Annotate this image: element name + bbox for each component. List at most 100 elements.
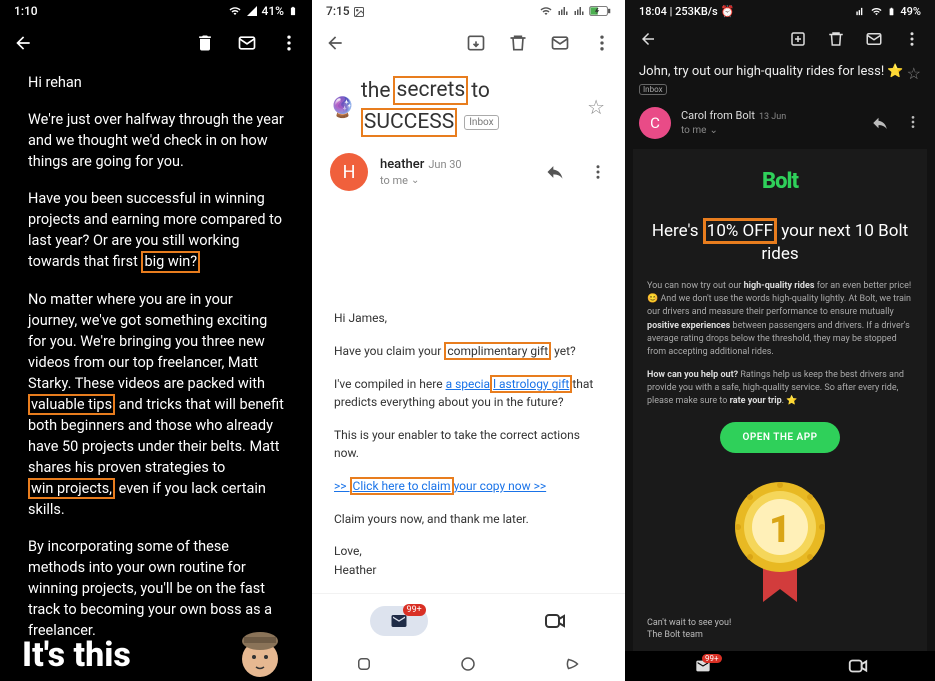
status-bar: 18:04 | 253KB/s ⏰ 49%: [625, 0, 935, 22]
reply-icon[interactable]: [871, 114, 889, 132]
greeting: Hi rehan: [28, 72, 284, 93]
highlight-big-win: big win?: [141, 251, 200, 272]
signal-icon: [246, 5, 258, 17]
back-icon[interactable]: [637, 28, 659, 50]
mail-icon[interactable]: [236, 32, 258, 54]
unread-badge: 99+: [403, 604, 426, 616]
battery-text: 41%: [262, 4, 284, 18]
delete-icon[interactable]: [194, 32, 216, 54]
archive-icon[interactable]: [787, 28, 809, 50]
nav-video-button[interactable]: [543, 609, 567, 633]
highlight-valuable-tips: valuable tips: [28, 394, 115, 415]
unread-badge: 99+: [702, 654, 722, 663]
inbox-tag: Inbox: [639, 84, 667, 95]
star-icon[interactable]: ☆: [587, 95, 605, 119]
person-illustration: [230, 621, 290, 681]
highlight-astrology-gift[interactable]: l astrology gift: [490, 375, 572, 393]
status-icons: [539, 5, 611, 17]
status-bar: 1:10 41%: [0, 0, 312, 22]
toolbar: [0, 22, 312, 64]
status-left: 7:15: [326, 4, 365, 18]
subject: the secrets to SUCCESS Inbox: [361, 76, 581, 137]
chevron-down-icon[interactable]: ⌄: [709, 124, 717, 137]
signal-icon: [855, 6, 866, 17]
globe-emoji: 🔮: [330, 95, 355, 119]
wifi-icon: [228, 5, 242, 17]
open-app-button[interactable]: OPEN THE APP: [720, 422, 839, 453]
more-icon[interactable]: [591, 32, 613, 54]
greeting: Hi James,: [334, 309, 603, 328]
more-icon[interactable]: [278, 32, 300, 54]
link-special[interactable]: a specia: [446, 377, 491, 391]
wifi-icon: [539, 5, 553, 17]
screen-2-light-email: 7:15 🔮 the secrets to SUCCESS Inbox ☆ H …: [312, 0, 625, 681]
recent-apps-icon[interactable]: [355, 655, 373, 673]
more-icon[interactable]: [589, 163, 607, 181]
battery-icon: [288, 4, 298, 18]
fineprint-2: How can you help out? Ratings help us ke…: [647, 369, 913, 408]
reply-icon[interactable]: [545, 162, 565, 182]
email-body: Hi James, Have you claim your compliment…: [312, 199, 625, 607]
signal-icon-2: [573, 5, 585, 17]
battery-icon: [887, 5, 896, 18]
avatar[interactable]: H: [330, 153, 368, 191]
highlight-win-projects: win projects,: [28, 478, 115, 499]
paragraph-3: No matter where you are in your journey,…: [28, 289, 284, 521]
highlight-10-off: 10% OFF: [703, 218, 777, 244]
back-nav-icon[interactable]: [564, 655, 582, 673]
recipient: to me⌄: [681, 124, 861, 137]
subject-row: John, try out our high-quality rides for…: [625, 56, 935, 103]
subject-row: 🔮 the secrets to SUCCESS Inbox ☆: [312, 64, 625, 145]
mail-icon[interactable]: [863, 28, 885, 50]
svg-text:1: 1: [769, 508, 791, 552]
status-left: 18:04 | 253KB/s ⏰: [639, 5, 734, 18]
email-card: Bolt Here's 10% OFF your next 10 Bolt ri…: [633, 149, 927, 652]
delete-icon[interactable]: [507, 32, 529, 54]
sender-date: Jun 30: [428, 158, 461, 171]
footer-text: It's this: [22, 635, 131, 681]
video-icon: [543, 609, 567, 633]
highlight-success: SUCCESS: [361, 108, 457, 137]
status-time: 1:10: [14, 4, 38, 18]
medal-illustration: 1: [647, 467, 913, 607]
battery-text: 49%: [900, 5, 921, 18]
sender-row: H heather Jun 30 to me⌄: [312, 145, 625, 199]
highlight-click-here[interactable]: Click here to claim: [350, 477, 454, 495]
line-2: I've compiled in here a special astrolog…: [334, 375, 603, 412]
toolbar: [625, 22, 935, 56]
back-icon[interactable]: [12, 32, 34, 54]
line-3: This is your enabler to take the correct…: [334, 426, 603, 463]
status-icons: 41%: [228, 4, 298, 18]
sender-name: heather: [380, 157, 424, 172]
mail-icon[interactable]: [549, 32, 571, 54]
star-icon[interactable]: ☆: [907, 64, 921, 83]
sender-row: C Carol from Bolt13 Jun to me⌄: [625, 103, 935, 149]
sender-info[interactable]: Carol from Bolt13 Jun to me⌄: [681, 109, 861, 137]
system-nav: [312, 647, 625, 681]
nav-video-button[interactable]: [847, 655, 869, 677]
delete-icon[interactable]: [825, 28, 847, 50]
more-icon[interactable]: [905, 114, 921, 132]
recipient: to me⌄: [380, 174, 533, 188]
brand-logo: Bolt: [647, 169, 913, 194]
sender-info[interactable]: heather Jun 30 to me⌄: [380, 157, 533, 188]
image-icon: [353, 6, 365, 18]
avatar[interactable]: C: [639, 107, 671, 139]
nav-mail-button[interactable]: 99+: [692, 658, 714, 674]
system-nav: 99+: [625, 651, 935, 681]
back-icon[interactable]: [324, 32, 346, 54]
nav-mail-button[interactable]: 99+: [370, 606, 428, 636]
more-icon[interactable]: [901, 28, 923, 50]
sender-name: Carol from Bolt: [681, 109, 755, 122]
status-bar: 7:15: [312, 0, 625, 22]
video-icon: [847, 655, 869, 677]
archive-icon[interactable]: [465, 32, 487, 54]
paragraph-1: We're just over halfway through the year…: [28, 109, 284, 172]
screen-1-dark-email: 1:10 41% Hi rehan We're just over halfwa…: [0, 0, 312, 681]
home-icon[interactable]: [459, 655, 477, 673]
line-5: Claim yours now, and thank me later.: [334, 510, 603, 529]
footer-hero: It's this: [0, 621, 312, 681]
chevron-down-icon[interactable]: ⌄: [411, 174, 419, 187]
screen-3-bolt-email: 18:04 | 253KB/s ⏰ 49% John, try out our …: [625, 0, 935, 681]
bottom-nav: 99+: [312, 593, 625, 647]
